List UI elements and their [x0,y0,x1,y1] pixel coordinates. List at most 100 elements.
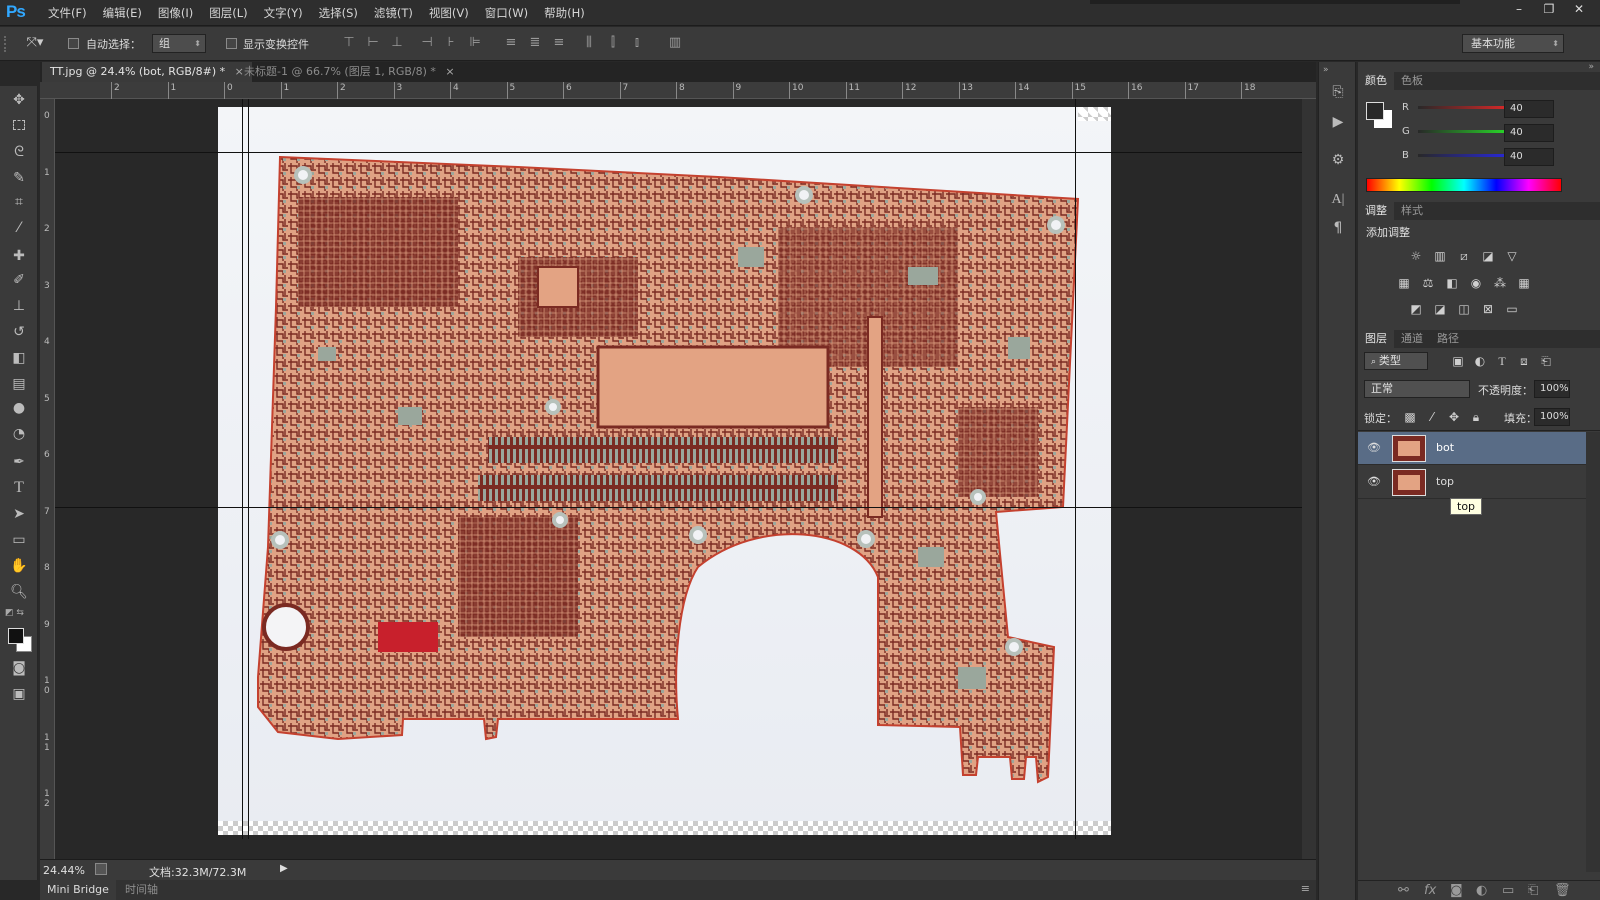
crop-tool-icon[interactable]: ⌗ [9,192,29,212]
tab-styles[interactable]: 样式 [1394,202,1430,220]
auto-select-dropdown[interactable]: 组 ⬍ [152,34,206,53]
g-value-input[interactable]: 40 [1504,124,1554,142]
restore-button[interactable]: ❐ [1534,0,1564,20]
levels-icon[interactable]: ▥ [1432,249,1448,263]
lock-position-icon[interactable]: ✥ [1446,410,1462,424]
menu-view[interactable]: 视图(V) [421,0,477,26]
menu-edit[interactable]: 编辑(E) [95,0,150,26]
tab-mini-bridge[interactable]: Mini Bridge [40,880,116,900]
type-tool-icon[interactable]: T [9,478,29,498]
auto-select-checkbox[interactable] [68,38,79,49]
close-tab-icon[interactable]: × [445,65,454,78]
align-vcenter-icon[interactable]: ⊢ [364,35,382,50]
threshold-icon[interactable]: ◫ [1456,302,1472,316]
layers-scrollbar[interactable] [1586,432,1600,872]
menu-image[interactable]: 图像(I) [150,0,201,26]
eye-icon[interactable]: 👁︎ [1367,475,1381,488]
paragraph-panel-icon[interactable]: ¶ [1329,220,1347,236]
layer-row-top[interactable]: 👁︎ top [1358,466,1586,499]
swap-colors-icon[interactable]: ◩ ⇆ [5,608,24,618]
add-mask-icon[interactable]: ◙ [1450,883,1463,898]
vertical-ruler[interactable]: 0 1 2 3 4 5 6 7 8 9 1 0 1 1 1 2 [40,99,55,859]
lock-transparency-icon[interactable]: ▩ [1402,410,1418,424]
horizontal-ruler[interactable]: 2 1 0 1 2 3 4 5 6 7 8 9 10 11 12 13 14 15 16 17 18 [54,82,1316,99]
tab-timeline[interactable]: 时间轴 [118,880,165,900]
dodge-tool-icon[interactable]: ◔ [9,424,29,444]
guide-vertical-left-1[interactable] [242,99,243,839]
distribute-hcenter-icon[interactable]: ⫿ [604,35,622,50]
align-right-icon[interactable]: ⊫ [466,35,484,50]
vertical-scrollbar[interactable] [1302,99,1316,859]
color-foreground-swatch[interactable] [1366,102,1384,120]
distribute-vcenter-icon[interactable]: ≣ [526,35,544,50]
layer-style-icon[interactable]: fx [1424,883,1436,898]
eyedropper-tool-icon[interactable]: ⁄ [9,218,29,238]
menu-help[interactable]: 帮助(H) [536,0,593,26]
lock-pixels-icon[interactable]: ⁄ [1424,410,1440,424]
filter-shape-icon[interactable]: ⧈ [1516,354,1532,368]
eye-icon[interactable]: 👁︎ [1367,441,1381,454]
new-layer-icon[interactable]: ⎗ [1528,883,1538,898]
shape-tool-icon[interactable]: ▭ [9,530,29,550]
color-lookup-icon[interactable]: ▦ [1516,276,1532,290]
posterize-icon[interactable]: ◪ [1432,302,1448,316]
stamp-tool-icon[interactable]: ⊥ [9,296,29,316]
status-info-icon[interactable] [95,863,107,875]
foreground-color-swatch[interactable] [8,628,24,644]
brush-tool-icon[interactable]: ✐ [9,270,29,290]
blend-mode-dropdown[interactable]: 正常 [1364,380,1470,398]
distribute-bottom-icon[interactable]: ≡ [550,35,568,50]
collapse-icon[interactable]: » [1323,65,1329,75]
photo-filter-icon[interactable]: ◉ [1468,276,1484,290]
black-white-icon[interactable]: ◧ [1444,276,1460,290]
guide-vertical-right[interactable] [1075,99,1076,839]
marquee-tool-icon[interactable] [9,116,29,136]
menu-layer[interactable]: 图层(L) [201,0,255,26]
zoom-level[interactable]: 24.44% [43,864,85,877]
tab-layers[interactable]: 图层 [1358,330,1394,348]
quick-select-tool-icon[interactable]: ✎ [9,168,29,188]
filter-adjust-icon[interactable]: ◐ [1472,354,1488,368]
selective-color-icon[interactable]: ⊠ [1480,302,1496,316]
collapse-panels-icon[interactable]: » [1588,62,1594,72]
lasso-tool-icon[interactable]: ᘓ [9,142,29,162]
status-menu-arrow-icon[interactable]: ▶ [280,863,288,874]
workspace-switcher[interactable]: 基本功能 ⬍ [1462,34,1564,53]
filter-type-icon[interactable]: T [1494,354,1510,368]
align-hcenter-icon[interactable]: ⊦ [442,35,460,50]
curves-icon[interactable]: ⧄ [1456,249,1472,263]
align-top-icon[interactable]: ⊤ [340,35,358,50]
brightness-icon[interactable]: ☼ [1408,249,1424,263]
guide-vertical-left-2[interactable] [248,99,249,839]
distribute-top-icon[interactable]: ≡ [502,35,520,50]
align-bottom-icon[interactable]: ⊥ [388,35,406,50]
lock-all-icon[interactable]: 🔒︎ [1468,410,1484,424]
menu-file[interactable]: 文件(F) [40,0,95,26]
path-select-icon[interactable]: ➤ [9,504,29,524]
filter-pixel-icon[interactable]: ▣ [1450,354,1466,368]
move-tool-icon[interactable]: ✥ [9,90,29,110]
show-transform-checkbox[interactable] [226,38,237,49]
quick-mask-icon[interactable]: ◙ [9,658,29,678]
tab-swatches[interactable]: 色板 [1394,72,1430,90]
document-canvas[interactable] [218,107,1111,835]
exposure-icon[interactable]: ◪ [1480,249,1496,263]
zoom-tool-icon[interactable]: 🔍︎ [9,582,29,602]
history-panel-icon[interactable]: ⎘ [1329,84,1347,100]
link-layers-icon[interactable]: ⚯ [1398,883,1409,898]
menu-filter[interactable]: 滤镜(T) [366,0,421,26]
adjustment-layer-icon[interactable]: ◐ [1476,883,1487,898]
gradient-map-icon[interactable]: ▭ [1504,302,1520,316]
layer-name-top[interactable]: top [1436,475,1454,488]
minimize-button[interactable]: – [1504,0,1534,20]
layer-name-bot[interactable]: bot [1436,441,1454,454]
eraser-tool-icon[interactable]: ◧ [9,348,29,368]
distribute-left-icon[interactable]: ⫼ [580,35,598,50]
tab-channels[interactable]: 通道 [1394,330,1430,348]
healing-brush-icon[interactable]: ✚ [9,246,29,266]
properties-panel-icon[interactable]: ⚙ [1329,152,1347,168]
tab-paths[interactable]: 路径 [1430,330,1466,348]
guide-horizontal-middle[interactable] [55,507,1316,508]
new-group-icon[interactable]: ▭ [1502,883,1514,898]
r-value-input[interactable]: 40 [1504,100,1554,118]
